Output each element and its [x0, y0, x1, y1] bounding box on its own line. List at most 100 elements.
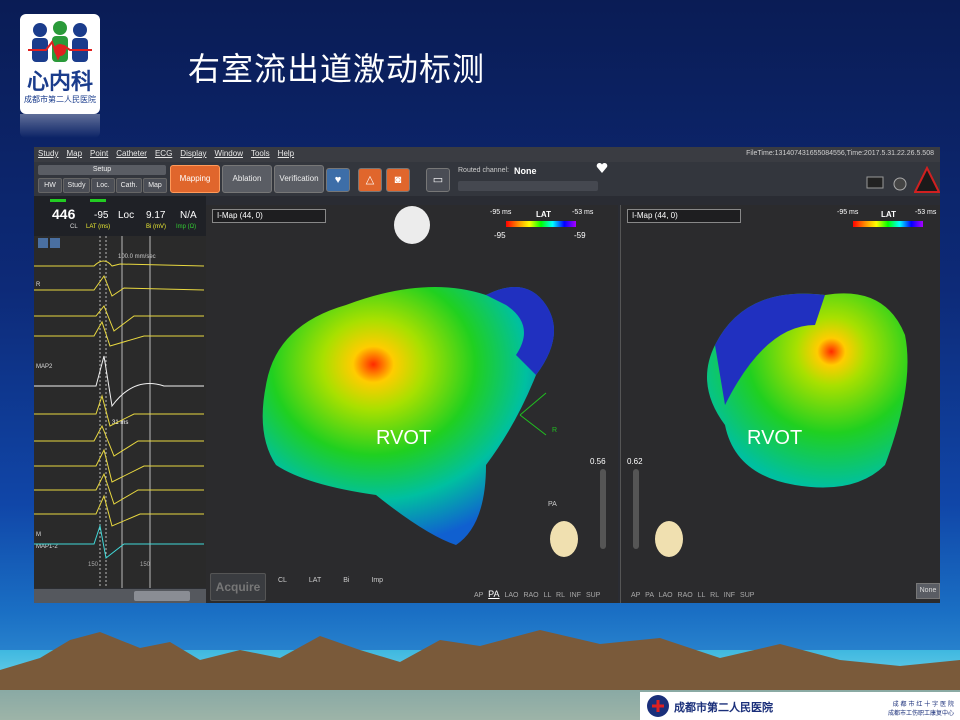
monitor-icon[interactable] — [866, 176, 886, 192]
bell-icon[interactable]: △ — [358, 168, 382, 192]
catheter-icon[interactable] — [890, 176, 910, 192]
caliper-icon[interactable] — [50, 238, 60, 248]
screen-record-icon[interactable]: ▭ — [426, 168, 450, 192]
heart-orientation-icon[interactable] — [546, 509, 582, 561]
menu-point[interactable]: Point — [86, 147, 112, 158]
toolbar: Setup HW Study Loc. Cath. Map Mapping Ab… — [34, 162, 940, 196]
view-lao-right[interactable]: LAO — [659, 592, 673, 599]
heart-add-icon[interactable]: ♥ — [326, 168, 350, 192]
lat-title-left: LAT — [536, 210, 551, 219]
warning-icon[interactable] — [914, 166, 940, 194]
view-ll-right[interactable]: LL — [698, 592, 706, 599]
menu-window[interactable]: Window — [211, 147, 247, 158]
tab-cl[interactable]: CL — [278, 577, 287, 584]
tick-150-b: 150 — [140, 562, 151, 568]
footer-hospital-name: 成都市第二人民医院 — [674, 701, 773, 714]
lat-cur-max-left: -59 — [574, 231, 586, 240]
hospital-emblem-icon — [647, 695, 669, 717]
acquire-button[interactable]: Acquire — [210, 573, 266, 601]
file-time: FileTime:131407431655084556,Time:2017.5.… — [746, 150, 934, 157]
mapping-mode-button[interactable]: Mapping — [170, 165, 220, 193]
readout-bar: 446 CL -95 LAT (ms) Loc 9.17 Bi (mV) N/A… — [34, 196, 206, 236]
menu-map[interactable]: Map — [62, 147, 86, 158]
slide-title: 右室流出道激动标测 — [188, 50, 486, 88]
footer-subtitle-1: 成 都 市 红 十 字 医 院 — [892, 701, 954, 708]
people-logo-icon — [28, 21, 92, 62]
orientation-marker-icon — [394, 206, 430, 244]
imp-value: N/A — [180, 210, 197, 221]
loc-value: Loc — [118, 210, 135, 221]
lat-max-right: -53 ms — [915, 209, 937, 216]
heart-orientation-icon-right[interactable] — [651, 509, 687, 561]
view-rao-right[interactable]: RAO — [678, 592, 693, 599]
logo-brand: 心内科 — [26, 70, 93, 95]
axis-triad-icon — [519, 392, 547, 436]
ecg-traces: 100.0 mm/sec 31 ms R MAP2 M MAP1-2 150 1… — [34, 236, 206, 588]
setup-group: Setup HW Study Loc. Cath. Map — [38, 165, 167, 193]
mapping-app-window: Study Map Point Catheter ECG Display Window Too… — [34, 147, 940, 603]
menu-bar: Study Map Point Catheter ECG Display Window Too… — [34, 147, 940, 162]
tab-imp[interactable]: Imp — [371, 577, 383, 584]
hospital-logo: 心内科 成都市第二人民医院 — [20, 14, 100, 114]
menu-ecg[interactable]: ECG — [151, 147, 176, 158]
lat-label: LAT (ms) — [86, 224, 111, 230]
view-rl-right[interactable]: RL — [710, 592, 719, 599]
lat-cur-min-left: -95 — [494, 231, 506, 240]
tab-bi[interactable]: Bi — [343, 577, 349, 584]
view-lao[interactable]: LAO — [504, 592, 518, 599]
routed-channel-select[interactable]: None — [514, 166, 537, 176]
rvot-map-right[interactable] — [685, 285, 925, 525]
ecg-traces-svg: 100.0 mm/sec 31 ms R MAP2 M MAP1-2 150 1… — [34, 236, 205, 588]
view-rl[interactable]: RL — [556, 592, 565, 599]
map-select-right[interactable]: I-Map (44, 0) — [627, 209, 741, 223]
view-pa-right[interactable]: PA — [645, 592, 653, 599]
cl-value: 446 — [52, 206, 76, 222]
map-viewport-left[interactable]: I-Map (44, 0) LAT -95 ms -53 ms -95 -59 … — [206, 205, 618, 603]
lat-value: -95 — [94, 210, 109, 221]
routed-channel: Routed channel: None — [458, 165, 608, 193]
menu-tools[interactable]: Tools — [247, 147, 274, 158]
tick-150-a: 150 — [88, 562, 99, 568]
setup-button[interactable]: Setup — [38, 165, 166, 175]
view-ap-right[interactable]: AP — [631, 592, 640, 599]
menu-display[interactable]: Display — [176, 147, 210, 158]
lat-color-scale-left[interactable] — [506, 221, 576, 227]
slider-left[interactable] — [600, 469, 606, 549]
hw-button[interactable]: HW — [38, 178, 62, 193]
view-ll[interactable]: LL — [544, 592, 552, 599]
map-select-left[interactable]: I-Map (44, 0) — [212, 209, 326, 223]
lead-label-m: M — [36, 532, 41, 538]
pointer-icon[interactable] — [38, 238, 48, 248]
bi-label: Bi (mV) — [146, 224, 166, 230]
slider-right[interactable] — [633, 469, 639, 549]
tab-lat[interactable]: LAT — [309, 577, 321, 584]
imp-label: Imp (Ω) — [176, 224, 197, 230]
view-pa[interactable]: PA — [488, 589, 499, 599]
view-inf[interactable]: INF — [570, 592, 581, 599]
camera-icon[interactable]: ◙ — [386, 168, 410, 192]
menu-study[interactable]: Study — [34, 147, 62, 158]
menu-catheter[interactable]: Catheter — [112, 147, 151, 158]
menu-help[interactable]: Help — [274, 147, 298, 158]
verification-mode-button[interactable]: Verification — [274, 165, 324, 193]
loc-button[interactable]: Loc. — [91, 178, 115, 193]
status-led-1 — [50, 199, 66, 202]
lat-title-right: LAT — [881, 210, 896, 219]
map-button[interactable]: Map — [143, 178, 167, 193]
lat-color-scale-right[interactable] — [853, 221, 923, 227]
none-button[interactable]: None — [916, 583, 940, 599]
cath-button[interactable]: Cath. — [116, 178, 142, 193]
view-rao[interactable]: RAO — [523, 592, 538, 599]
view-sup-right[interactable]: SUP — [740, 592, 754, 599]
routed-channel-controls — [458, 181, 598, 191]
lat-min-left: -95 ms — [490, 209, 512, 216]
map-viewport-right[interactable]: I-Map (44, 0) LAT -95 ms -53 ms RVOT 0.6… — [620, 205, 940, 603]
study-button[interactable]: Study — [63, 178, 90, 193]
view-inf-right[interactable]: INF — [724, 592, 735, 599]
view-ap[interactable]: AP — [474, 592, 483, 599]
ablation-mode-button[interactable]: Ablation — [222, 165, 272, 193]
structure-label-right: RVOT — [747, 427, 803, 449]
lat-min-right: -95 ms — [837, 209, 859, 216]
point-tabs: CL LAT Bi Imp — [278, 577, 403, 584]
view-sup[interactable]: SUP — [586, 592, 600, 599]
